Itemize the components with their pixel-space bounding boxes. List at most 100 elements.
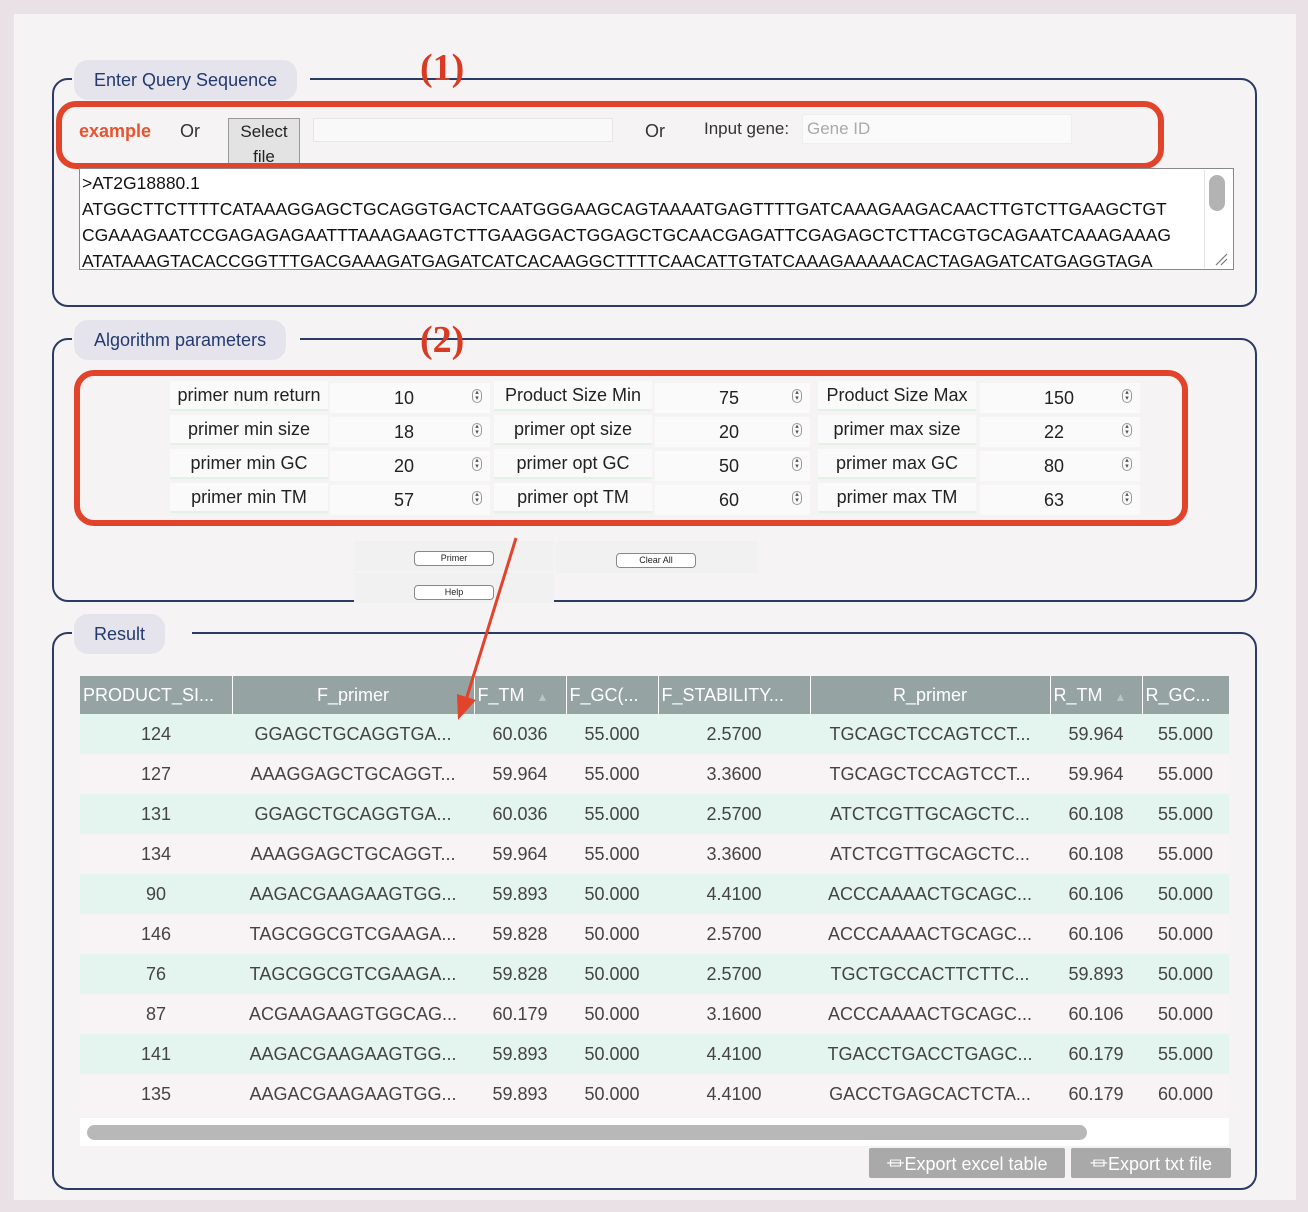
table-cell: AAAGGAGCTGCAGGT... (232, 754, 474, 794)
table-cell: 55.000 (1142, 754, 1229, 794)
annotation-2: (2) (420, 319, 465, 361)
table-cell: 3.3600 (658, 754, 810, 794)
primer-button[interactable]: Primer (414, 551, 494, 566)
sequence-scroll-thumb[interactable] (1209, 175, 1225, 211)
help-button[interactable]: Help (414, 585, 494, 600)
col-header[interactable]: PRODUCT_SI... (80, 676, 233, 714)
table-cell: TGCAGCTCCAGTCCT... (810, 754, 1050, 794)
table-cell: 55.000 (1142, 794, 1229, 834)
table-cell: 50.000 (566, 954, 658, 994)
sort-icon[interactable]: ▲︎ (1115, 690, 1127, 704)
export-excel-button[interactable]: ⏛Export excel table (869, 1148, 1065, 1178)
annotation-box-1 (56, 101, 1164, 169)
sequence-line: ATGGCTTCTTTTCATAAAGGAGCTGCAGGTGACTCAATGG… (82, 199, 1167, 219)
col-header[interactable]: F_GC(... (566, 676, 659, 714)
table-cell: 146 (80, 914, 232, 954)
sequence-line: >AT2G18880.1 (82, 173, 200, 193)
export-txt-button[interactable]: ⏛Export txt file (1071, 1148, 1231, 1178)
table-row[interactable]: 90 AAGACGAAGAAGTGG... 59.893 50.000 4.4100 AC… (80, 874, 1229, 914)
table-cell: 50.000 (566, 1034, 658, 1074)
table-scroll-thumb[interactable] (87, 1125, 1087, 1140)
resize-handle-icon[interactable] (1212, 250, 1228, 266)
table-row[interactable]: 127 AAAGGAGCTGCAGGT... 59.964 55.000 3.3600 T… (80, 754, 1229, 794)
table-cell: 59.964 (474, 754, 566, 794)
table-cell: 50.000 (1142, 994, 1229, 1034)
table-cell: 87 (80, 994, 232, 1034)
table-cell: 60.108 (1050, 794, 1142, 834)
table-row[interactable]: 146 TAGCGGCGTCGAAGA... 59.828 50.000 2.5700 A… (80, 914, 1229, 954)
result-table: PRODUCT_SI... F_primer F_TM ▲︎ F_GC(... F… (80, 676, 1229, 1114)
table-cell: 59.828 (474, 914, 566, 954)
table-cell: 4.4100 (658, 1074, 810, 1114)
sequence-line: ATATAAAGTACACCGGTTTGACGAAAGATGAGATCATCAC… (82, 251, 1153, 270)
table-cell: 60.106 (1050, 914, 1142, 954)
table-cell: ACCCAAAACTGCAGC... (810, 914, 1050, 954)
table-cell: ACGAAGAAGTGGCAG... (232, 994, 474, 1034)
table-row[interactable]: 135 AAGACGAAGAAGTGG... 59.893 50.000 4.4100 G… (80, 1074, 1229, 1114)
table-cell: 60.179 (1050, 1074, 1142, 1114)
table-cell: 60.036 (474, 714, 566, 754)
table-row[interactable]: 124 GGAGCTGCAGGTGA... 60.036 55.000 2.5700 TG… (80, 714, 1229, 754)
result-table-body: 124 GGAGCTGCAGGTGA... 60.036 55.000 2.5700 TG… (80, 714, 1229, 1114)
table-cell: TGCAGCTCCAGTCCT... (810, 714, 1050, 754)
table-cell: 60.106 (1050, 994, 1142, 1034)
table-cell: GACCTGAGCACTCTA... (810, 1074, 1050, 1114)
table-cell: 50.000 (566, 1074, 658, 1114)
table-cell: 59.893 (474, 874, 566, 914)
table-cell: 50.000 (1142, 874, 1229, 914)
table-cell: AAGACGAAGAAGTGG... (232, 1074, 474, 1114)
col-header[interactable]: R_primer (810, 676, 1051, 714)
query-legend: Enter Query Sequence (74, 60, 298, 100)
table-cell: 60.106 (1050, 874, 1142, 914)
table-cell: 60.179 (474, 994, 566, 1034)
table-row[interactable]: 134 AAAGGAGCTGCAGGT... 59.964 55.000 3.3600 A… (80, 834, 1229, 874)
table-cell: 55.000 (1142, 1034, 1229, 1074)
download-icon: ⏛ (1089, 1154, 1108, 1174)
table-cell: TGACCTGACCTGAGC... (810, 1034, 1050, 1074)
table-cell: 59.893 (474, 1074, 566, 1114)
table-row[interactable]: 87 ACGAAGAAGTGGCAG... 60.179 50.000 3.1600 AC… (80, 994, 1229, 1034)
table-cell: 55.000 (1142, 714, 1229, 754)
table-cell: 90 (80, 874, 232, 914)
table-cell: GGAGCTGCAGGTGA... (232, 714, 474, 754)
sequence-line: CGAAAGAATCCGAGAGAGAATTTAAAGAAGTCTTGAAGGA… (82, 225, 1172, 245)
table-cell: 135 (80, 1074, 232, 1114)
table-cell: TAGCGGCGTCGAAGA... (232, 954, 474, 994)
col-header[interactable]: F_primer (232, 676, 475, 714)
table-cell: ATCTCGTTGCAGCTC... (810, 834, 1050, 874)
annotation-1: (1) (420, 47, 465, 89)
table-cell: 55.000 (566, 834, 658, 874)
table-cell: 55.000 (566, 714, 658, 754)
clear-all-button[interactable]: Clear All (616, 553, 696, 568)
table-cell: 59.964 (474, 834, 566, 874)
table-cell: 4.4100 (658, 1034, 810, 1074)
col-header[interactable]: F_TM ▲︎ (474, 676, 567, 714)
table-cell: 55.000 (1142, 834, 1229, 874)
sequence-textarea[interactable]: >AT2G18880.1 ATGGCTTCTTTTCATAAAGGAGCTGCA… (79, 168, 1234, 270)
col-header[interactable]: R_TM ▲︎ (1050, 676, 1143, 714)
table-cell: 60.000 (1142, 1074, 1229, 1114)
table-cell: 59.964 (1050, 714, 1142, 754)
col-header[interactable]: F_STABILITY... (658, 676, 811, 714)
table-cell: 127 (80, 754, 232, 794)
table-cell: 50.000 (1142, 914, 1229, 954)
table-row[interactable]: 141 AAGACGAAGAAGTGG... 59.893 50.000 4.4100 T… (80, 1034, 1229, 1074)
table-cell: 59.893 (1050, 954, 1142, 994)
table-cell: 50.000 (566, 914, 658, 954)
table-row[interactable]: 76 TAGCGGCGTCGAAGA... 59.828 50.000 2.5700 TG… (80, 954, 1229, 994)
table-cell: 134 (80, 834, 232, 874)
table-row[interactable]: 131 GGAGCTGCAGGTGA... 60.036 55.000 2.5700 AT… (80, 794, 1229, 834)
table-cell: GGAGCTGCAGGTGA... (232, 794, 474, 834)
sort-icon[interactable]: ▲︎ (537, 690, 549, 704)
result-table-wrap: PRODUCT_SI... F_primer F_TM ▲︎ F_GC(... F… (80, 676, 1229, 1116)
table-cell: ACCCAAAACTGCAGC... (810, 994, 1050, 1034)
table-cell: AAGACGAAGAAGTGG... (232, 1034, 474, 1074)
table-cell: 59.828 (474, 954, 566, 994)
annotation-box-2 (74, 370, 1188, 526)
table-cell: 76 (80, 954, 232, 994)
table-cell: 59.893 (474, 1034, 566, 1074)
table-cell: TAGCGGCGTCGAAGA... (232, 914, 474, 954)
col-header[interactable]: R_GC... (1142, 676, 1229, 714)
table-cell: 50.000 (1142, 954, 1229, 994)
table-cell: 50.000 (566, 994, 658, 1034)
